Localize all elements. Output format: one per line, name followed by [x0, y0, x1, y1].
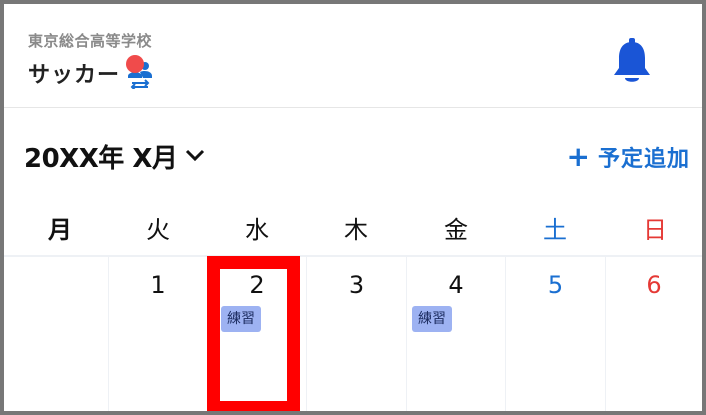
app-frame: 東京総合高等学校 サッカー 20XX年 X月 + 予定追加 月 火 水 木 金 … [0, 0, 706, 415]
weekday-sat: 土 [543, 216, 567, 244]
event-chip[interactable]: 練習 [412, 306, 452, 332]
day-cell[interactable]: 6 [605, 257, 702, 411]
notification-dot [126, 55, 144, 73]
weekday-sun: 日 [643, 216, 667, 244]
day-number: 6 [646, 271, 662, 299]
add-event-label: 予定追加 [597, 147, 690, 172]
plus-icon: + [566, 140, 590, 173]
header: 東京総合高等学校 サッカー [4, 4, 702, 108]
day-number: 5 [547, 271, 564, 299]
highlight-box [207, 256, 300, 411]
day-cell[interactable]: 3 [306, 257, 406, 411]
calendar-grid: 1 2 練習 3 4 練習 5 6 [4, 257, 702, 411]
day-number: 3 [348, 271, 365, 299]
month-label: 20XX年 X月 [24, 144, 178, 174]
weekday-thu: 木 [344, 216, 368, 244]
weekday-mon: 月 [48, 216, 72, 244]
weekday-header: 月 火 水 木 金 土 日 [4, 210, 702, 254]
header-divider [4, 107, 702, 108]
day-cell[interactable]: 1 [108, 257, 207, 411]
bell-icon[interactable] [610, 36, 654, 86]
team-name: サッカー [28, 63, 121, 88]
day-cell[interactable]: 4 練習 [406, 257, 505, 411]
weekday-tue: 火 [146, 216, 170, 244]
weekday-fri: 金 [444, 216, 468, 244]
add-event-button[interactable]: + 予定追加 [567, 141, 690, 173]
chevron-down-icon [185, 147, 205, 166]
weekday-wed: 水 [245, 216, 269, 244]
month-selector[interactable]: 20XX年 X月 [24, 138, 205, 175]
day-number: 1 [150, 271, 166, 299]
day-cell[interactable]: 5 [505, 257, 605, 411]
school-name: 東京総合高等学校 [28, 32, 153, 50]
day-number: 4 [448, 271, 464, 299]
day-cell[interactable] [4, 257, 108, 411]
